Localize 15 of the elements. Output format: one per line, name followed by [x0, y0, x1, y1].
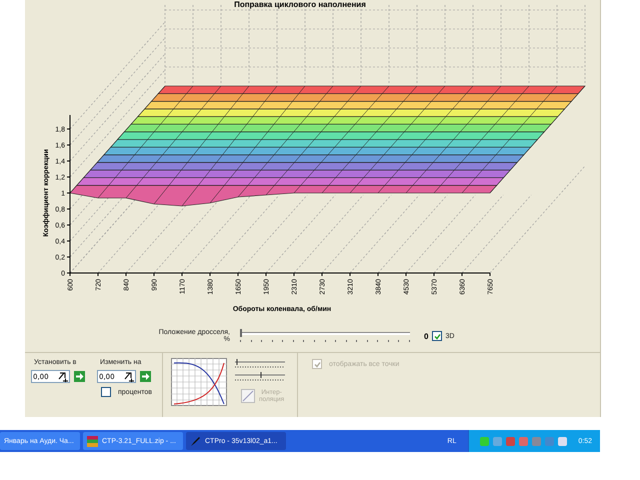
- throttle-slider[interactable]: [240, 329, 410, 343]
- arrow-icon: [141, 372, 150, 381]
- apply-button[interactable]: [74, 371, 85, 382]
- apply-button[interactable]: [140, 371, 151, 382]
- pen-icon: [190, 436, 201, 446]
- chart-title: Поправка циклового наполнения: [234, 0, 366, 9]
- curve-chart-icon[interactable]: [171, 358, 228, 406]
- archive-icon: [87, 436, 98, 446]
- line-graph-icon: [241, 389, 256, 403]
- arrow-icon: [75, 372, 84, 381]
- throttle-reading: 0: [424, 332, 428, 340]
- checkbox[interactable]: [101, 387, 111, 397]
- spinner-icon: [57, 371, 69, 382]
- checkbox[interactable]: [432, 331, 442, 341]
- spinner-icon: [123, 371, 135, 382]
